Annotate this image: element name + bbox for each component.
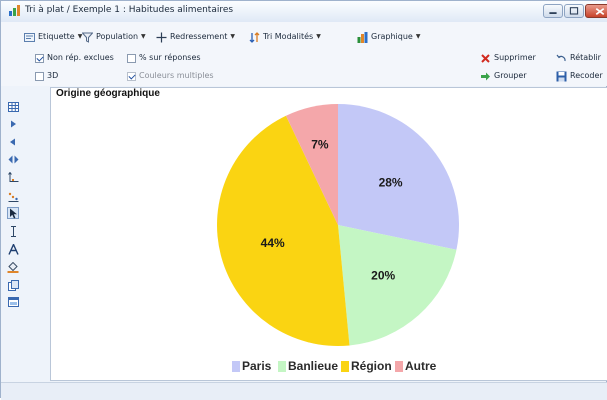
redressement-label: Redressement (170, 32, 228, 41)
legend-item-autre: Autre (395, 359, 436, 373)
table-icon[interactable] (7, 101, 19, 113)
minimize-icon (549, 12, 557, 14)
legend-item-region: Région (341, 359, 392, 373)
move-icon (156, 32, 167, 42)
window-icon[interactable] (7, 296, 19, 308)
maximize-icon (569, 7, 579, 15)
legend-item-banlieue: Banlieue (278, 359, 338, 373)
minimize-button[interactable] (543, 4, 563, 18)
copy-icon[interactable] (7, 279, 19, 291)
paint-bucket-icon[interactable] (7, 261, 19, 273)
sort-icon (249, 31, 260, 43)
supprimer-button[interactable]: Supprimer (480, 52, 536, 64)
chart-legend: Paris Banlieue Région Autre (1, 356, 607, 374)
maximize-button[interactable] (564, 4, 584, 18)
title-bar: Tri à plat / Exemple 1 : Habitudes alime… (1, 1, 607, 23)
chevron-down-icon: ▼ (141, 33, 146, 40)
non-rep-exclues-checkbox[interactable]: Non rép. exclues (35, 52, 114, 64)
chevron-down-icon: ▼ (230, 33, 236, 40)
grouper-button[interactable]: Grouper (480, 70, 527, 82)
legend-label: Banlieue (288, 359, 339, 373)
non-rep-exclues-label: Non rép. exclues (47, 53, 114, 62)
checkbox-box[interactable] (35, 71, 44, 81)
population-menu[interactable]: Population ▼ (82, 31, 146, 43)
arrow-right-icon[interactable] (7, 118, 19, 130)
app-window: Tri à plat / Exemple 1 : Habitudes alime… (0, 0, 607, 400)
filter-icon (82, 32, 93, 43)
checkbox-box[interactable] (127, 71, 136, 81)
arrow-right-icon (481, 72, 490, 80)
pct-sur-reponses-label: % sur réponses (139, 53, 201, 62)
arrows-horizontal-icon[interactable] (7, 153, 19, 165)
label-icon (24, 32, 35, 42)
app-icon (9, 5, 20, 16)
pct-sur-reponses-checkbox[interactable]: % sur réponses (127, 52, 201, 64)
pie-label-paris: 28% (379, 175, 403, 189)
chevron-down-icon: ▼ (415, 33, 421, 40)
legend-swatch (395, 360, 403, 372)
tool-sidebar (1, 86, 50, 386)
legend-swatch (341, 360, 349, 372)
etiquette-label: Etiquette (38, 32, 75, 41)
pointer-icon[interactable] (7, 207, 19, 219)
pie-label-region: 44% (261, 236, 285, 250)
bar-chart-icon (357, 31, 368, 43)
delete-icon (481, 53, 490, 63)
pie-chart: 28% 20% 44% 7% (217, 104, 460, 346)
close-button[interactable] (585, 4, 607, 18)
grouper-label: Grouper (494, 71, 527, 80)
checkbox-box[interactable] (35, 53, 44, 63)
scatter-icon[interactable] (7, 190, 19, 202)
recoder-button[interactable]: Recoder (556, 70, 603, 82)
legend-swatch (278, 360, 286, 372)
three-d-label: 3D (47, 71, 59, 80)
axis-icon[interactable] (7, 171, 19, 183)
supprimer-label: Supprimer (494, 53, 536, 62)
toolbar: Etiquette ▼ Population ▼ Redressement ▼ … (1, 22, 607, 86)
redressement-menu[interactable]: Redressement ▼ (156, 31, 235, 43)
population-label: Population (96, 32, 139, 41)
legend-label: Région (351, 359, 392, 373)
pie-label-autre: 7% (311, 138, 329, 152)
recoder-label: Recoder (570, 71, 603, 80)
checkbox-box[interactable] (127, 53, 136, 63)
legend-label: Autre (405, 359, 437, 373)
legend-swatch (232, 360, 240, 372)
chevron-down-icon: ▼ (316, 33, 321, 40)
save-icon (556, 71, 567, 81)
three-d-checkbox[interactable]: 3D (35, 70, 58, 82)
tri-modalites-menu[interactable]: Tri Modalités ▼ (249, 31, 321, 43)
window-title: Tri à plat / Exemple 1 : Habitudes alime… (25, 5, 234, 15)
etiquette-menu[interactable]: Etiquette ▼ (24, 31, 82, 43)
tri-modalites-label: Tri Modalités (263, 32, 314, 41)
legend-item-paris: Paris (232, 359, 271, 373)
text-cursor-icon[interactable] (7, 225, 19, 237)
legend-label: Paris (242, 359, 272, 373)
status-bar (1, 382, 607, 400)
retablir-button[interactable]: Rétablir (556, 52, 601, 64)
undo-icon (556, 54, 566, 61)
arrow-left-icon[interactable] (7, 136, 19, 148)
couleurs-multiples-label: Couleurs multiples (139, 71, 214, 80)
font-icon[interactable] (7, 243, 19, 255)
graphique-label: Graphique (371, 32, 413, 41)
graphique-menu[interactable]: Graphique ▼ (357, 31, 420, 43)
pie-label-banlieue: 20% (371, 269, 395, 283)
couleurs-multiples-checkbox[interactable]: Couleurs multiples (127, 70, 214, 82)
close-icon (595, 8, 605, 16)
retablir-label: Rétablir (570, 53, 601, 62)
